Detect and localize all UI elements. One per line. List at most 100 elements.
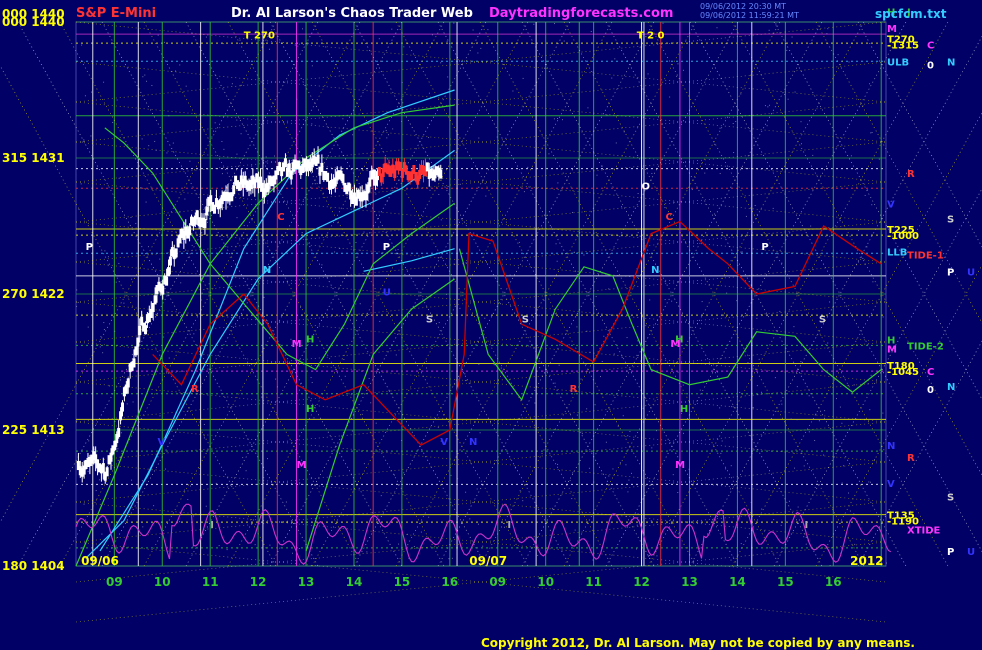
dot [321,264,323,266]
dot [603,335,605,337]
dot [377,515,379,517]
dot [155,313,157,315]
dot [572,211,574,213]
dot [199,421,201,423]
dot [764,105,766,107]
y-tick-label: 225 1413 [2,423,65,437]
dot [722,314,724,316]
right-label: C [927,41,934,52]
dot [868,481,870,483]
dot [417,390,419,392]
dot [159,258,161,260]
dot [144,74,146,76]
dot [266,458,268,460]
dot [568,344,570,346]
x-tick-label: 16 [441,575,458,589]
dot [492,344,494,346]
dot [375,422,377,424]
dot [401,120,403,122]
dot [138,27,140,29]
dot [404,273,406,275]
dot [477,52,479,54]
dot [519,490,521,492]
dot [191,244,193,246]
dot [308,242,310,244]
dot [772,207,774,209]
dot [95,490,97,492]
dot [168,115,170,117]
price-bar-body [167,267,171,277]
dot [885,562,887,564]
right-label: N [887,441,895,452]
dot [403,472,405,474]
dot [311,123,313,125]
dot [155,149,157,151]
chart-marker: H [306,404,314,415]
dot [573,251,575,253]
dot [574,529,576,531]
dot [195,231,197,233]
right-label: N [947,57,955,68]
dot [827,28,829,30]
dot [542,235,544,237]
y-tick-label: 270 1422 [2,287,65,301]
dot [786,49,788,51]
dot [141,138,143,140]
dot [252,115,254,117]
dot [606,114,608,116]
dot [298,548,300,550]
dot [522,500,524,502]
site-link[interactable]: Daytradingforecasts.com [489,7,673,20]
dot [841,422,843,424]
dot [163,336,165,338]
dot [296,98,298,100]
right-label: V [887,199,895,210]
dot [733,152,735,154]
dot [730,559,732,561]
dot [473,232,475,234]
dot [643,324,645,326]
right-label: R [907,453,915,464]
dot [378,226,380,228]
dot [803,536,805,538]
chart-svg: 000 1440 315 1431 270 1422 225 1413 180 1404… [0,0,982,650]
dot [403,46,405,48]
dot [647,73,649,75]
y-tick-label: 315 1431 [2,151,65,165]
dot [269,544,271,546]
dot [102,352,104,354]
dot [428,137,430,139]
dot [379,320,381,322]
dot [168,372,170,374]
dot [355,242,357,244]
dot [426,367,428,369]
dot [386,137,388,139]
dot [642,407,644,409]
dot [677,492,679,494]
dot [265,156,267,158]
dot [691,326,693,328]
dot [453,22,455,24]
copyright-text: Copyright 2012, Dr. Al Larson. May not b… [481,636,915,650]
dot [131,278,133,280]
dot [213,130,215,132]
dot [699,267,701,269]
dot [524,359,526,361]
chart-marker: N [469,437,477,448]
dot [858,229,860,231]
dot [699,327,701,329]
dot [791,36,793,38]
dot [651,447,653,449]
dot [476,42,478,44]
dot [708,479,710,481]
dot [623,131,625,133]
dot [825,235,827,237]
x-tick-label: 09 [106,575,123,589]
dot [637,340,639,342]
dot [741,251,743,253]
chart-marker: T 270 [244,31,275,42]
dot [556,260,558,262]
dot [847,384,849,386]
dot [236,217,238,219]
dot [662,393,664,395]
